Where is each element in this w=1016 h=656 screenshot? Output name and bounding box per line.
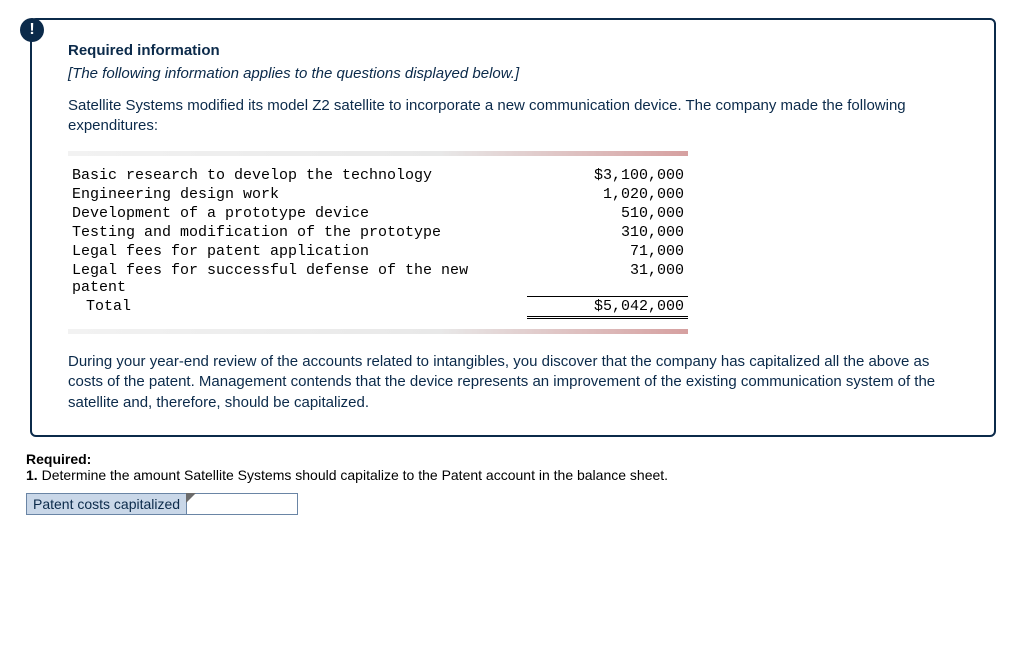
total-label: Total <box>68 297 527 318</box>
closing-paragraph: During your year-end review of the accou… <box>68 352 968 413</box>
expenditure-table-wrap: Basic research to develop the technology… <box>68 151 688 335</box>
total-value: $5,042,000 <box>527 297 688 318</box>
alert-icon: ! <box>20 18 44 42</box>
required-item-1: 1. Determine the amount Satellite System… <box>26 467 996 483</box>
row-value: 71,000 <box>527 242 688 261</box>
row-value: 510,000 <box>527 204 688 223</box>
row-label: Engineering design work <box>68 185 527 204</box>
input-cursor-icon <box>186 493 196 503</box>
table-bottom-rule <box>68 329 688 334</box>
table-row: Engineering design work 1,020,000 <box>68 185 688 204</box>
required-heading: Required: <box>26 451 996 467</box>
row-value: 31,000 <box>527 261 688 297</box>
row-label: Development of a prototype device <box>68 204 527 223</box>
row-value: $3,100,000 <box>527 166 688 185</box>
intro-paragraph: Satellite Systems modified its model Z2 … <box>68 96 968 137</box>
answer-input-wrap[interactable] <box>187 493 298 515</box>
table-row: Legal fees for patent application 71,000 <box>68 242 688 261</box>
table-row: Legal fees for successful defense of the… <box>68 261 688 297</box>
answer-row: Patent costs capitalized <box>26 493 996 515</box>
table-total-row: Total $5,042,000 <box>68 297 688 318</box>
table-row: Development of a prototype device 510,00… <box>68 204 688 223</box>
table-top-rule <box>68 151 688 156</box>
row-label: Legal fees for patent application <box>68 242 527 261</box>
row-label: Legal fees for successful defense of the… <box>68 261 527 297</box>
expenditure-table: Basic research to develop the technology… <box>68 166 688 320</box>
alert-icon-glyph: ! <box>29 22 34 38</box>
required-item-number: 1. <box>26 467 38 483</box>
table-row: Testing and modification of the prototyp… <box>68 223 688 242</box>
row-label: Basic research to develop the technology <box>68 166 527 185</box>
table-row: Basic research to develop the technology… <box>68 166 688 185</box>
row-value: 310,000 <box>527 223 688 242</box>
page: ! Required information [The following in… <box>0 0 1016 656</box>
answer-label: Patent costs capitalized <box>26 493 187 515</box>
required-item-text: Determine the amount Satellite Systems s… <box>42 467 668 483</box>
applies-note: [The following information applies to th… <box>68 65 968 82</box>
row-label: Testing and modification of the prototyp… <box>68 223 527 242</box>
row-value: 1,020,000 <box>527 185 688 204</box>
required-information-heading: Required information <box>68 42 968 59</box>
required-information-box: ! Required information [The following in… <box>30 18 996 437</box>
required-block: Required: 1. Determine the amount Satell… <box>26 451 996 483</box>
patent-cost-input[interactable] <box>187 494 297 514</box>
